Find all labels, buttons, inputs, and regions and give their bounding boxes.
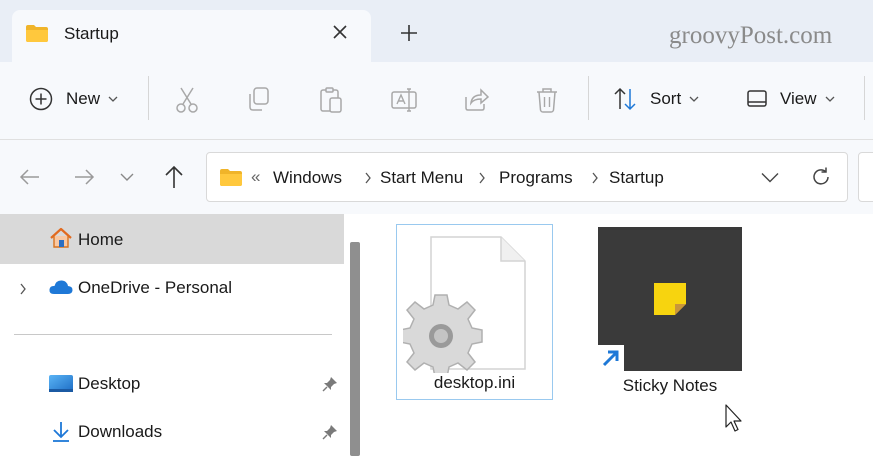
command-bar: New Sort View	[0, 62, 873, 140]
desktop-icon	[49, 375, 73, 392]
toolbar-divider	[588, 76, 589, 120]
sort-icon	[614, 87, 636, 111]
add-circle-icon	[29, 87, 53, 111]
tab-strip: Startup groovyPost.com	[0, 0, 873, 62]
home-icon	[50, 227, 72, 248]
cut-icon[interactable]	[174, 86, 200, 114]
breadcrumb-chevron-icon[interactable]	[363, 171, 373, 185]
address-dropdown-chevron-icon[interactable]	[761, 172, 779, 183]
new-button[interactable]: New	[28, 86, 118, 112]
chevron-down-icon	[825, 96, 835, 102]
navigation-pane: Home OneDrive - Personal Desktop Downloa…	[0, 214, 372, 456]
toolbar-divider	[864, 76, 865, 120]
close-icon[interactable]	[330, 22, 350, 42]
sidebar-divider	[14, 334, 332, 335]
sidebar-item-label: OneDrive - Personal	[78, 278, 233, 297]
view-icon	[747, 90, 767, 107]
sidebar-item-label: Desktop	[78, 374, 141, 393]
tab-startup[interactable]: Startup	[12, 10, 371, 62]
refresh-icon[interactable]	[810, 166, 832, 188]
file-item-sticky-notes[interactable]: Sticky Notes	[598, 227, 742, 403]
chevron-down-icon	[108, 96, 118, 102]
file-name: desktop.ini	[433, 373, 516, 392]
view-label: View	[780, 89, 817, 108]
back-arrow-icon[interactable]	[18, 166, 42, 188]
mouse-cursor-icon	[725, 404, 742, 432]
folder-icon	[220, 169, 242, 186]
file-item-desktop-ini[interactable]: desktop.ini	[396, 224, 553, 400]
tab-title: Startup	[64, 24, 119, 43]
plus-icon[interactable]	[398, 22, 420, 44]
breadcrumb-overflow[interactable]: «	[251, 167, 260, 187]
watermark: groovyPost.com	[669, 22, 833, 49]
breadcrumb-chevron-icon[interactable]	[477, 171, 487, 185]
sidebar-item-onedrive[interactable]: OneDrive - Personal	[0, 264, 344, 312]
paste-icon[interactable]	[318, 86, 344, 114]
file-list: desktop.ini Sticky Notes	[372, 214, 873, 456]
folder-icon	[26, 25, 48, 42]
expand-chevron-icon[interactable]	[18, 282, 28, 296]
file-name: Sticky Notes	[622, 376, 718, 395]
breadcrumb-windows[interactable]: Windows	[273, 168, 342, 188]
shortcut-arrow-icon	[598, 345, 624, 371]
download-icon	[53, 422, 69, 442]
sidebar-item-downloads[interactable]: Downloads	[0, 408, 344, 456]
sticky-notes-icon	[598, 227, 742, 371]
view-button[interactable]: View	[746, 86, 835, 112]
breadcrumb-chevron-icon[interactable]	[590, 171, 600, 185]
cloud-icon	[49, 280, 73, 294]
sidebar-item-home[interactable]: Home	[0, 214, 344, 264]
address-bar[interactable]: « Windows Start Menu Programs Startup	[206, 152, 848, 202]
up-arrow-icon[interactable]	[162, 164, 186, 190]
rename-icon[interactable]	[390, 86, 418, 114]
settings-file-icon	[403, 236, 526, 373]
breadcrumb-start-menu[interactable]: Start Menu	[380, 168, 463, 188]
sidebar-item-label: Downloads	[78, 422, 163, 441]
forward-arrow-icon[interactable]	[72, 166, 96, 188]
address-row: « Windows Start Menu Programs Startup	[0, 140, 873, 214]
pin-icon[interactable]	[322, 376, 338, 392]
chevron-down-icon	[689, 96, 699, 102]
recent-locations-chevron-icon[interactable]	[120, 172, 134, 182]
sticky-note-glyph-icon	[654, 283, 686, 315]
delete-icon[interactable]	[534, 86, 560, 114]
search-box[interactable]	[858, 152, 873, 202]
toolbar-divider	[148, 76, 149, 120]
new-label: New	[66, 89, 101, 108]
breadcrumb-startup[interactable]: Startup	[609, 168, 664, 188]
share-icon[interactable]	[462, 86, 490, 114]
sidebar-item-label: Home	[78, 230, 124, 249]
sidebar-item-desktop[interactable]: Desktop	[0, 360, 344, 408]
breadcrumb-programs[interactable]: Programs	[499, 168, 573, 188]
sort-label: Sort	[650, 89, 682, 108]
sort-button[interactable]: Sort	[612, 86, 699, 112]
copy-icon[interactable]	[246, 86, 272, 114]
sidebar-scrollbar-thumb[interactable]	[350, 242, 360, 456]
pin-icon[interactable]	[322, 424, 338, 440]
